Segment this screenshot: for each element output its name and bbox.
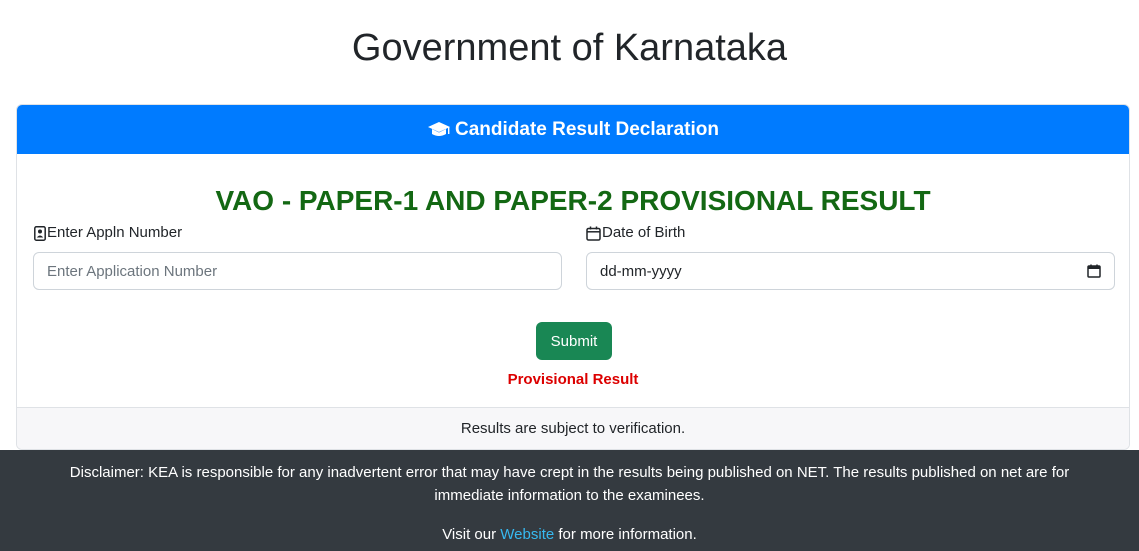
date-of-birth-value: dd-mm-yyyy: [600, 262, 682, 280]
appln-number-label-text: Enter Appln Number: [47, 224, 183, 241]
visit-suffix: for more information.: [558, 526, 697, 543]
appln-number-label: Enter Appln Number: [34, 224, 182, 242]
result-card: Candidate Result Declaration VAO - PAPER…: [16, 104, 1130, 450]
visit-prefix: Visit our: [442, 526, 497, 543]
disclaimer-footer: Disclaimer: KEA is responsible for any i…: [0, 450, 1139, 551]
application-number-input[interactable]: Enter Application Number: [33, 252, 562, 290]
id-card-icon: [34, 225, 47, 241]
visit-line: Visit our Website for more information.: [0, 525, 1139, 545]
provisional-result-label: Provisional Result: [507, 371, 639, 388]
dob-label: Date of Birth: [586, 224, 685, 242]
page-title: Government of Karnataka: [351, 27, 788, 69]
card-header-title: Candidate Result Declaration: [455, 118, 719, 140]
card-header: Candidate Result Declaration: [17, 105, 1129, 154]
website-link[interactable]: Website: [500, 526, 554, 543]
submit-button[interactable]: Submit: [536, 322, 612, 360]
card-footer: Results are subject to verification.: [17, 407, 1129, 449]
date-of-birth-input[interactable]: dd-mm-yyyy: [586, 252, 1115, 290]
calendar-picker-icon[interactable]: [1087, 264, 1101, 278]
disclaimer-text: Disclaimer: KEA is responsible for any i…: [69, 464, 1070, 504]
result-title: VAO - PAPER-1 AND PAPER-2 PROVISIONAL RE…: [215, 185, 931, 216]
application-number-placeholder: Enter Application Number: [47, 262, 218, 280]
graduation-cap-icon: [427, 121, 455, 139]
dob-label-text: Date of Birth: [602, 224, 686, 241]
calendar-icon: [586, 226, 602, 241]
